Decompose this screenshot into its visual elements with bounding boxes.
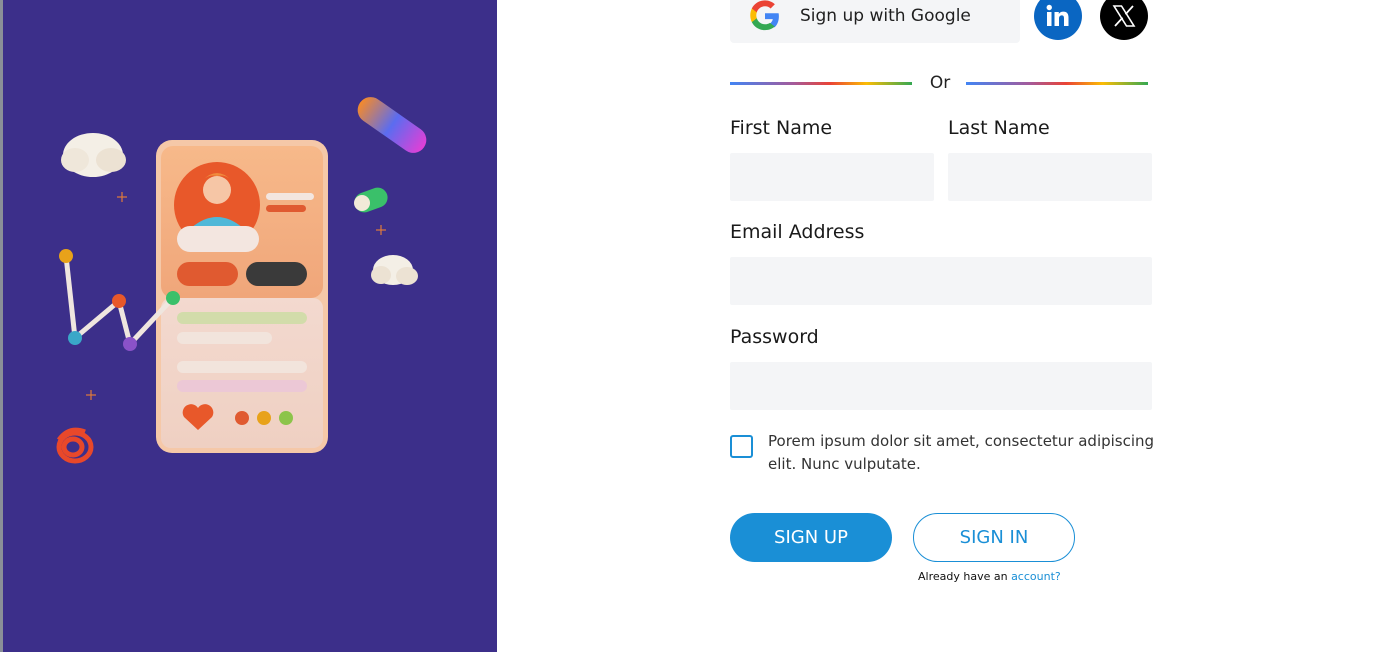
signin-button[interactable]: SIGN IN <box>913 513 1075 562</box>
or-divider: Or <box>730 73 1148 93</box>
phone-illustration <box>156 140 328 453</box>
linkedin-icon <box>1046 4 1069 26</box>
google-signup-button[interactable]: Sign up with Google <box>730 0 1020 43</box>
signup-button[interactable]: SIGN UP <box>730 513 892 562</box>
signup-page: Sign up with Google Or First Name Last N… <box>0 0 1377 652</box>
toggle-decoration <box>354 187 388 213</box>
phone-profile-illustration <box>56 97 427 464</box>
email-label: Email Address <box>730 221 865 243</box>
already-have-account: Already have an account? <box>918 570 1061 583</box>
linkedin-button[interactable] <box>1034 0 1082 40</box>
x-button[interactable] <box>1100 0 1148 40</box>
password-input[interactable] <box>730 362 1152 410</box>
x-logo-icon <box>1112 5 1136 27</box>
pill-decoration <box>357 97 427 153</box>
google-g-icon <box>748 0 782 33</box>
divider-line-right <box>966 82 1148 85</box>
cloud-small-icon <box>371 255 418 285</box>
spiral-decoration <box>56 427 94 464</box>
account-link[interactable]: account? <box>1011 570 1061 583</box>
email-input[interactable] <box>730 257 1152 305</box>
hero-illustration-panel <box>3 0 497 652</box>
last-name-label: Last Name <box>948 117 1050 139</box>
last-name-input[interactable] <box>948 153 1152 201</box>
google-signup-label: Sign up with Google <box>800 5 971 26</box>
divider-line-left <box>730 82 912 85</box>
first-name-input[interactable] <box>730 153 934 201</box>
already-have-account-text: Already have an <box>918 570 1012 583</box>
password-label: Password <box>730 326 819 348</box>
divider-or-text: Or <box>929 73 951 93</box>
first-name-label: First Name <box>730 117 833 139</box>
signup-form: Sign up with Google Or First Name Last N… <box>730 0 1160 652</box>
terms-checkbox[interactable] <box>730 435 753 458</box>
cloud-icon <box>61 133 126 177</box>
terms-text: Porem ipsum dolor sit amet, consectetur … <box>768 432 1155 473</box>
